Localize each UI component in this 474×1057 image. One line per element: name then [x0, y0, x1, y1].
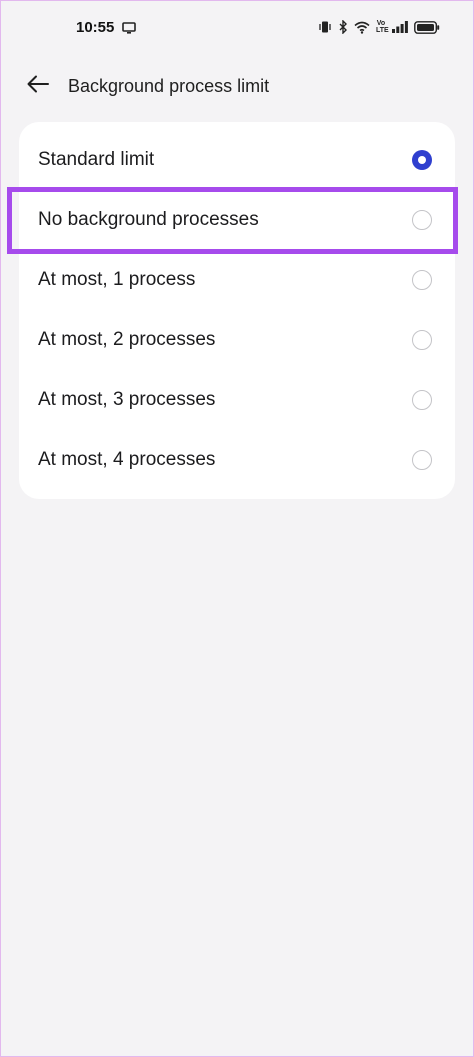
option-label: At most, 4 processes [38, 449, 216, 470]
vibrate-icon [318, 20, 332, 34]
volte-icon: Vo LTE [376, 20, 389, 34]
radio-unselected[interactable] [412, 210, 432, 230]
option-label: At most, 2 processes [38, 329, 216, 350]
options-card: Standard limit No background processes A… [19, 122, 455, 499]
screen-cast-icon [122, 21, 136, 39]
arrow-left-icon [27, 75, 49, 98]
option-no-background-processes[interactable]: No background processes [19, 190, 455, 250]
status-icons: Vo LTE [318, 20, 440, 34]
header: Background process limit [0, 66, 474, 106]
wifi-icon [354, 21, 370, 34]
radio-unselected[interactable] [412, 390, 432, 410]
option-label: No background processes [38, 209, 259, 230]
option-at-most-1-process[interactable]: At most, 1 process [19, 250, 455, 310]
volte-label-top: Vo [376, 20, 386, 27]
status-time: 10:55 [76, 19, 115, 36]
option-at-most-2-processes[interactable]: At most, 2 processes [19, 310, 455, 370]
option-at-most-3-processes[interactable]: At most, 3 processes [19, 370, 455, 430]
bluetooth-icon [338, 20, 348, 34]
radio-unselected[interactable] [412, 270, 432, 290]
back-button[interactable] [22, 72, 54, 100]
battery-icon [414, 20, 440, 34]
radio-selected[interactable] [412, 150, 432, 170]
option-standard-limit[interactable]: Standard limit [19, 130, 455, 190]
option-label: At most, 3 processes [38, 389, 216, 410]
radio-unselected[interactable] [412, 330, 432, 350]
option-at-most-4-processes[interactable]: At most, 4 processes [19, 430, 455, 490]
volte-label-bottom: LTE [376, 27, 389, 34]
option-label: At most, 1 process [38, 269, 196, 290]
status-bar: 10:55 Vo LTE [0, 0, 474, 60]
page-title: Background process limit [68, 76, 270, 96]
signal-icon [392, 21, 408, 33]
option-label: Standard limit [38, 149, 155, 170]
radio-unselected[interactable] [412, 450, 432, 470]
